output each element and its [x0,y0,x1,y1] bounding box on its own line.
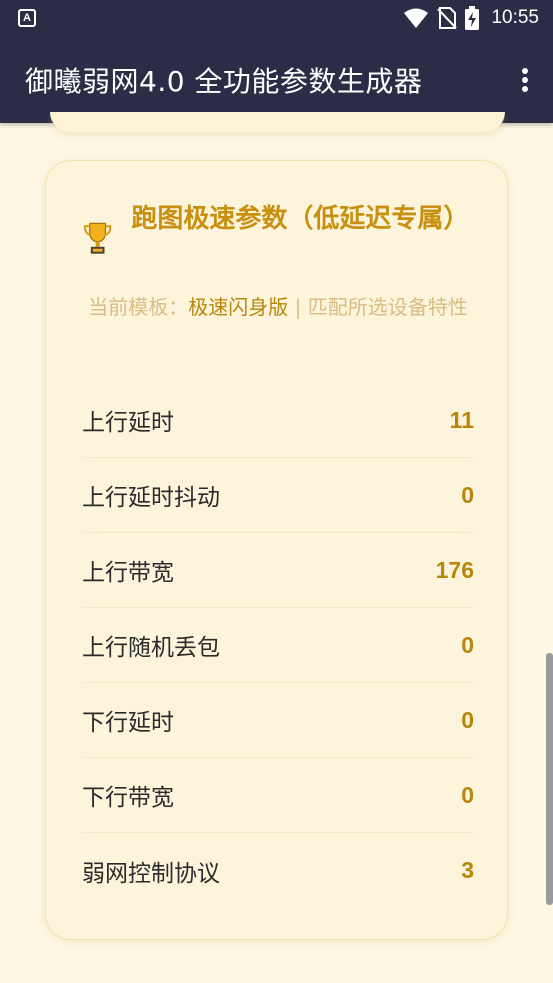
param-list: 上行延时 11 上行延时抖动 0 上行带宽 176 上行随机丢包 0 下行延时 … [82,383,474,908]
param-value: 176 [435,556,474,583]
param-value: 0 [461,631,474,658]
param-row: 上行延时抖动 0 [82,458,474,533]
template-suffix: | 匹配所选设备特性 [288,295,468,319]
no-sim-icon [437,7,458,29]
status-bar: A 10:55 [0,0,553,36]
param-value: 0 [461,481,474,508]
param-row: 下行带宽 0 [82,758,474,833]
param-label: 上行延时 [82,410,174,436]
card-header: 跑图极速参数（低延迟专属） [82,199,470,255]
previous-card-edge [50,112,505,132]
wifi-icon [404,8,429,28]
param-row: 上行带宽 176 [82,533,474,608]
param-label: 上行随机丢包 [82,635,220,661]
scrollbar[interactable] [546,653,553,905]
template-prefix: 当前模板： [88,295,189,319]
param-row: 下行延时 0 [82,683,474,758]
param-value: 0 [461,781,474,808]
param-label: 下行带宽 [82,785,174,811]
param-row: 上行随机丢包 0 [82,608,474,683]
param-label: 上行延时抖动 [82,485,220,511]
param-row: 上行延时 11 [82,383,474,458]
notification-icon: A [18,9,36,27]
battery-charging-icon [465,6,480,30]
param-value: 0 [461,706,474,733]
app-title: 御曦弱网4.0 全功能参数生成器 [25,64,423,98]
param-label: 弱网控制协议 [82,860,220,887]
template-line: 当前模板：极速闪身版 | 匹配所选设备特性 [82,291,474,323]
param-value: 11 [449,406,474,433]
status-time: 10:55 [491,7,539,28]
param-value: 3 [461,857,474,883]
trophy-icon [83,222,112,254]
more-vert-icon[interactable] [515,65,535,95]
params-card: 跑图极速参数（低延迟专属） 当前模板：极速闪身版 | 匹配所选设备特性 上行延时… [45,160,508,940]
card-title: 跑图极速参数（低延迟专属） [131,204,470,234]
param-label: 下行延时 [82,710,174,736]
param-row: 弱网控制协议 3 [82,833,474,908]
param-label: 上行带宽 [82,560,174,586]
template-name: 极速闪身版 [188,295,289,319]
app-bar: 御曦弱网4.0 全功能参数生成器 [0,36,553,123]
